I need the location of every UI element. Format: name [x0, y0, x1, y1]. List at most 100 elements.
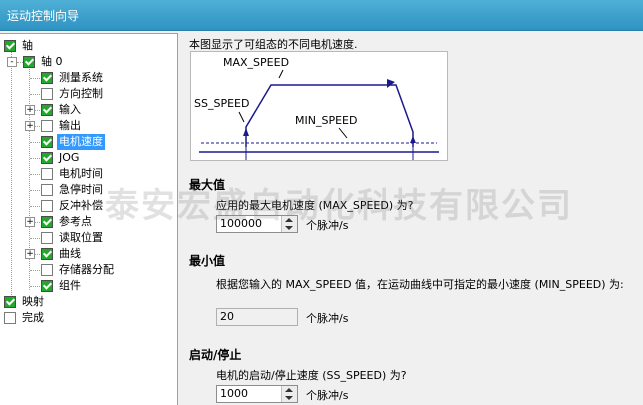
min-section-title: 最小值: [189, 254, 226, 268]
tree-checkbox[interactable]: [41, 120, 53, 132]
startstop-section-title: 启动/停止: [189, 348, 242, 362]
tree-item-memory-allocation[interactable]: 存储器分配: [0, 262, 177, 278]
tree-item-label: 输出: [59, 119, 81, 132]
tree-checkbox[interactable]: [41, 280, 53, 292]
max-speed-unit: 个脉冲/s: [306, 219, 349, 232]
max-speed-spinbox[interactable]: 100000: [216, 215, 298, 233]
ss-speed-question: 电机的启动/停止速度 (SS_SPEED) 为?: [216, 369, 407, 382]
tree-checkbox[interactable]: [41, 200, 53, 212]
ss-pointer-line: [238, 111, 245, 123]
tree-line: [35, 110, 40, 111]
tree-item-mapping[interactable]: 映射: [0, 294, 177, 310]
tree-line: [30, 238, 40, 239]
tree-checkbox[interactable]: [41, 136, 53, 148]
tree-item-label: JOG: [59, 151, 80, 164]
max-pointer-line: [278, 69, 284, 79]
tree-item-curve[interactable]: + 曲线: [0, 246, 177, 262]
min-speed-question: 根据您输入的 MAX_SPEED 值，在运动曲线中可指定的最小速度 (MIN_S…: [216, 278, 624, 291]
tree-item-label: 电机时间: [59, 167, 103, 180]
tree-checkbox[interactable]: [4, 296, 16, 308]
min-pointer-line: [338, 127, 348, 139]
tree-line: [35, 126, 40, 127]
tree-line: [30, 142, 40, 143]
tree-checkbox[interactable]: [41, 232, 53, 244]
tree-item-label: 轴 0: [41, 55, 63, 68]
tree-item-label: 方向控制: [59, 87, 103, 100]
tree-item-label: 测量系统: [59, 71, 103, 84]
tree-checkbox[interactable]: [41, 248, 53, 260]
tree-checkbox[interactable]: [41, 184, 53, 196]
tree-line: [35, 222, 40, 223]
tree-item-read-position[interactable]: 读取位置: [0, 230, 177, 246]
tree-item-direction-control[interactable]: 方向控制: [0, 86, 177, 102]
tree-item-label: 存储器分配: [59, 263, 114, 276]
tree-checkbox[interactable]: [41, 168, 53, 180]
tree-line: [30, 270, 40, 271]
ss-speed-spinbox[interactable]: 1000: [216, 385, 298, 403]
max-speed-value[interactable]: 100000: [220, 217, 262, 230]
spin-up-icon[interactable]: [285, 388, 293, 392]
tree-item-input[interactable]: + 输入: [0, 102, 177, 118]
tree-item-label: 反冲补偿: [59, 199, 103, 212]
tree-checkbox[interactable]: [4, 312, 16, 324]
min-speed-label: MIN_SPEED: [295, 114, 357, 127]
tree-checkbox[interactable]: [41, 88, 53, 100]
tree-item-axis-0[interactable]: - 轴 0: [0, 54, 177, 70]
tree-item-label: 输入: [59, 103, 81, 116]
tree-item-reference-point[interactable]: + 参考点: [0, 214, 177, 230]
ss-speed-unit: 个脉冲/s: [306, 389, 349, 402]
tree-item-label: 电机速度: [57, 134, 105, 150]
panel-description: 本图显示了可组态的不同电机速度.: [189, 38, 358, 51]
speed-profile-diagram: MAX_SPEED SS_SPEED MIN_SPEED: [190, 51, 448, 164]
tree-item-label: 参考点: [59, 215, 92, 228]
ss-speed-value[interactable]: 1000: [220, 387, 248, 400]
tree-item-label: 轴: [22, 39, 33, 52]
tree-line: [30, 94, 40, 95]
tree-line: [30, 78, 40, 79]
expand-icon[interactable]: +: [25, 121, 35, 131]
motor-speed-panel: 本图显示了可组态的不同电机速度. MAX_SPEED SS_SPEED MIN_…: [178, 33, 643, 404]
spin-buttons[interactable]: [281, 386, 297, 402]
tree-item-backlash-comp[interactable]: 反冲补偿: [0, 198, 177, 214]
tree-item-axis[interactable]: 轴: [0, 38, 177, 54]
stop-arrow-head: [410, 136, 416, 143]
tree-line: [30, 190, 40, 191]
tree-item-components[interactable]: 组件: [0, 278, 177, 294]
spin-down-icon[interactable]: [285, 226, 293, 230]
expand-icon[interactable]: +: [25, 217, 35, 227]
config-tree[interactable]: 轴 - 轴 0 测量系统 方向控制 + 输入 + 输出 电机速度 JOG 电机时…: [0, 33, 178, 405]
max-arrow-head: [387, 79, 395, 88]
speed-profile-svg: MAX_SPEED SS_SPEED MIN_SPEED: [194, 56, 439, 164]
max-section-title: 最大值: [189, 178, 226, 192]
tree-item-estop-time[interactable]: 急停时间: [0, 182, 177, 198]
tree-item-label: 读取位置: [59, 231, 103, 244]
min-speed-unit: 个脉冲/s: [306, 312, 349, 325]
tree-checkbox[interactable]: [4, 40, 16, 52]
collapse-icon[interactable]: -: [7, 57, 17, 67]
expand-icon[interactable]: +: [25, 105, 35, 115]
spin-up-icon[interactable]: [285, 218, 293, 222]
tree-item-finish[interactable]: 完成: [0, 310, 177, 326]
tree-item-motor-speed[interactable]: 电机速度: [0, 134, 177, 150]
spin-down-icon[interactable]: [285, 396, 293, 400]
min-speed-field: 20: [216, 308, 298, 326]
tree-checkbox[interactable]: [41, 216, 53, 228]
tree-checkbox[interactable]: [41, 104, 53, 116]
tree-item-measure-system[interactable]: 测量系统: [0, 70, 177, 86]
tree-line: [30, 206, 40, 207]
spin-buttons[interactable]: [281, 216, 297, 232]
min-speed-value: 20: [220, 310, 234, 323]
tree-checkbox[interactable]: [41, 152, 53, 164]
tree-item-jog[interactable]: JOG: [0, 150, 177, 166]
tree-checkbox[interactable]: [41, 264, 53, 276]
tree-checkbox[interactable]: [41, 72, 53, 84]
tree-item-motor-time[interactable]: 电机时间: [0, 166, 177, 182]
expand-icon[interactable]: +: [25, 249, 35, 259]
max-speed-question: 应用的最大电机速度 (MAX_SPEED) 为?: [216, 199, 414, 212]
tree-checkbox[interactable]: [23, 56, 35, 68]
window-title: 运动控制向导: [7, 9, 80, 23]
tree-line: [35, 254, 40, 255]
tree-line: [30, 286, 40, 287]
tree-item-output[interactable]: + 输出: [0, 118, 177, 134]
start-arrow-head: [243, 128, 249, 136]
